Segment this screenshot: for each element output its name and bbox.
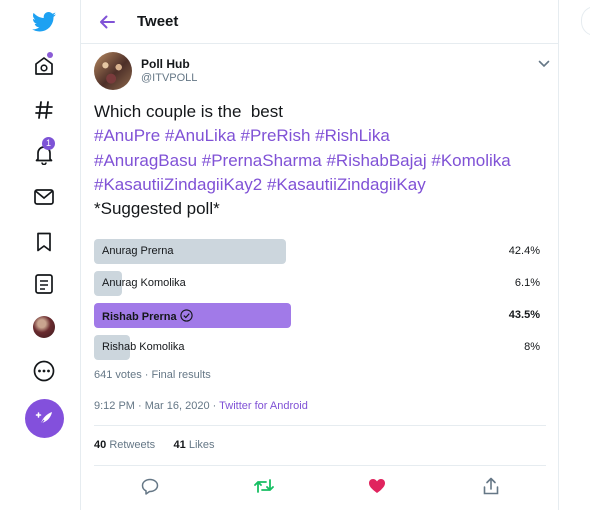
lists-icon[interactable] [28, 268, 60, 300]
nav-rail: 1 [0, 0, 88, 510]
tweet-source[interactable]: Twitter for Android [219, 400, 308, 412]
divider [94, 465, 546, 466]
poll-option-percent: 6.1% [514, 277, 540, 289]
back-button[interactable] [97, 12, 117, 32]
more-options-icon[interactable] [28, 355, 60, 387]
author-name[interactable]: Poll Hub [141, 57, 190, 71]
explore-icon[interactable] [28, 50, 60, 82]
retweets-count: 40 [94, 439, 107, 451]
divider [94, 425, 546, 426]
poll-option: Anurag Komolika 6.1% [94, 271, 540, 303]
poll-option-label-wrap: Rishab Prerna [102, 309, 193, 323]
compose-tweet-button[interactable] [25, 399, 64, 438]
notifications-bell-icon[interactable]: 1 [28, 137, 60, 170]
tweet-text: Which couple is the best #AnuPre #AnuLik… [94, 100, 549, 221]
page-header: Tweet [81, 0, 558, 44]
poll-option-label: Anurag Komolika [102, 277, 186, 289]
author-avatar[interactable] [94, 52, 132, 90]
notifications-badge: 1 [42, 137, 55, 150]
tweet-detail-column: Tweet Poll Hub @ITVPOLL Which couple is … [80, 0, 559, 510]
reply-button[interactable] [138, 474, 162, 498]
poll-summary: 641 votes · Final results [94, 369, 211, 381]
retweets-label: Retweets [109, 439, 156, 451]
tweet-actions [81, 474, 560, 498]
poll-option-label: Rishab Komolika [102, 341, 185, 353]
author-handle[interactable]: @ITVPOLL [141, 72, 197, 84]
retweet-icon [254, 479, 274, 493]
check-circle-icon [179, 309, 193, 322]
reply-icon [141, 478, 159, 495]
twitter-logo-icon[interactable] [28, 6, 60, 38]
poll-option: Rishab Komolika 8% [94, 335, 540, 367]
tweet-text-line: Which couple is the best [94, 102, 283, 121]
tweet-stats: 40 Retweets 41 Likes [94, 439, 215, 451]
tweet-text-line: *Suggested poll* [94, 199, 220, 219]
chevron-down-icon [538, 60, 550, 68]
bookmarks-icon[interactable] [28, 226, 60, 258]
heart-icon [369, 479, 385, 493]
likes-count: 41 [173, 439, 186, 451]
poll-option-percent: 42.4% [508, 245, 540, 257]
hashtags-line[interactable]: #AnuragBasu #PrernaSharma #RishabBajaj #… [94, 149, 549, 173]
unread-dot [47, 52, 53, 58]
profile-avatar-icon[interactable] [28, 311, 60, 343]
hashtags-line[interactable]: #KasautiiZindagiiKay2 #KasautiiZindagiiK… [94, 173, 549, 197]
messages-mail-icon[interactable] [28, 181, 60, 213]
hashtag-icon[interactable] [28, 94, 60, 126]
poll: Anurag Prerna 42.4% Anurag Komolika 6.1%… [94, 239, 540, 367]
page-title: Tweet [137, 13, 179, 30]
poll-option-label: Rishab Prerna [102, 311, 177, 323]
hashtags-line[interactable]: #AnuPre #AnuLika #PreRish #RishLika [94, 124, 549, 148]
meta-separator: · [212, 400, 217, 412]
likes-label: Likes [188, 439, 215, 451]
poll-option-percent: 8% [524, 341, 540, 353]
tweet-menu-button[interactable] [536, 56, 552, 72]
like-button[interactable] [365, 474, 389, 498]
share-icon [483, 477, 499, 495]
tweet-author: Poll Hub @ITVPOLL [94, 52, 550, 92]
tweet-meta: 9:12 PM · Mar 16, 2020 · Twitter for And… [94, 400, 308, 412]
feather-plus-icon [35, 411, 52, 426]
poll-option: Anurag Prerna 42.4% [94, 239, 540, 271]
poll-option-percent: 43.5% [508, 309, 540, 321]
share-button[interactable] [479, 474, 503, 498]
likes-stat[interactable]: 41 Likes [174, 439, 215, 451]
poll-option-label: Anurag Prerna [102, 245, 174, 257]
retweets-stat[interactable]: 40 Retweets [94, 439, 155, 451]
retweet-button[interactable] [252, 474, 276, 498]
back-arrow-icon [100, 15, 115, 28]
search-box-edge[interactable] [581, 6, 590, 36]
tweet-timestamp[interactable]: 9:12 PM · Mar 16, 2020 [94, 400, 210, 412]
poll-option-winner: Rishab Prerna 43.5% [94, 303, 540, 335]
